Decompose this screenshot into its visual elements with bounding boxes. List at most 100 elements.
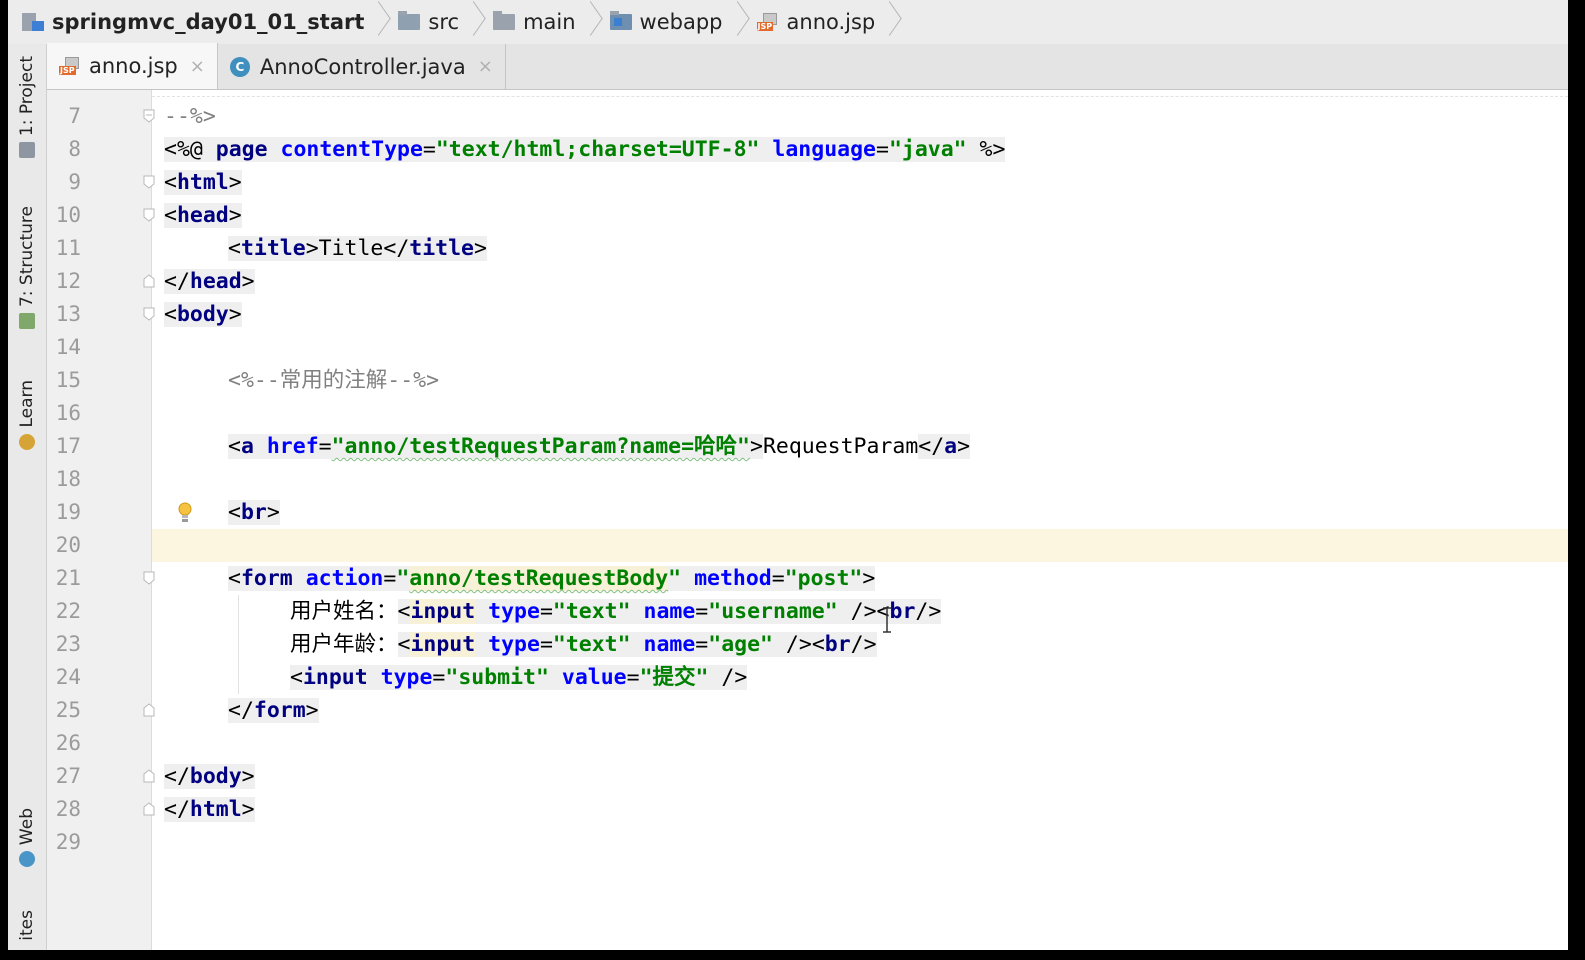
code-line[interactable]: 7 --%> (47, 100, 1568, 133)
fold-start-icon[interactable] (143, 571, 155, 585)
code-line[interactable]: 25 </form> (47, 694, 1568, 727)
line-number: 7 (68, 104, 81, 128)
code-text: <a href="anno/testRequestParam?name=哈哈">… (228, 434, 971, 459)
tool-window-strip: 1: Project 7: Structure Learn Web ites (8, 44, 47, 950)
fold-start-icon[interactable] (143, 307, 155, 321)
fold-end-icon[interactable] (143, 802, 155, 816)
project-icon (19, 142, 35, 159)
code-text: <form action="anno/testRequestBody" meth… (228, 566, 876, 591)
line-number: 29 (55, 830, 81, 854)
tool-window-favorites-button[interactable]: ites (8, 910, 46, 941)
code-text: <input type="submit" value="提交" /> (290, 665, 748, 690)
fold-start-icon[interactable] (143, 208, 155, 222)
line-number: 9 (68, 170, 81, 194)
code-line[interactable]: 23 用户年龄：<input type="text" name="age" />… (47, 628, 1568, 661)
line-number: 19 (55, 500, 81, 524)
code-line[interactable]: 28 </html> (47, 793, 1568, 826)
fold-end-icon[interactable] (143, 703, 155, 717)
fold-end-icon[interactable] (143, 769, 155, 783)
indent-guide (238, 595, 239, 694)
code-line[interactable]: 12 </head> (47, 265, 1568, 298)
line-number: 11 (55, 236, 81, 260)
tool-window-web-button[interactable]: Web (8, 808, 46, 868)
tab-anno-controller[interactable]: C AnnoController.java × (218, 44, 506, 89)
line-number: 22 (55, 599, 81, 623)
code-line[interactable]: 11 <title>Title</title> (47, 232, 1568, 265)
code-line[interactable]: 26 (47, 727, 1568, 760)
folder-icon (493, 11, 516, 30)
line-number: 24 (55, 665, 81, 689)
code-line[interactable]: 29 (47, 826, 1568, 859)
fold-start-icon[interactable] (143, 175, 155, 189)
tool-window-label: ites (17, 910, 37, 941)
breadcrumb-label: springmvc_day01_01_start (52, 10, 365, 34)
breadcrumb-item-main[interactable]: main (483, 0, 599, 44)
breadcrumb-item-file[interactable]: JSP anno.jsp (747, 0, 900, 44)
line-number: 27 (55, 764, 81, 788)
line-number: 20 (55, 533, 81, 557)
code-line[interactable]: 15 <%--常用的注解--%> (47, 364, 1568, 397)
code-line[interactable]: 9 <html> (47, 166, 1568, 199)
code-text: <body> (164, 302, 242, 327)
lightbulb-intention-icon[interactable] (178, 502, 192, 524)
breadcrumb-separator-icon (881, 0, 893, 44)
code-line[interactable]: 14 (47, 331, 1568, 364)
breadcrumb-separator-icon (729, 0, 741, 44)
mouse-text-cursor-icon (882, 607, 892, 633)
breadcrumb-separator-icon (465, 0, 477, 44)
breadcrumb-item-webapp[interactable]: webapp (600, 0, 747, 44)
code-line[interactable]: 10 <head> (47, 199, 1568, 232)
folder-icon (398, 11, 421, 30)
tool-window-label: Web (17, 808, 37, 846)
tool-window-learn-button[interactable]: Learn (8, 380, 46, 450)
code-text: </head> (164, 269, 255, 294)
tool-window-project-button[interactable]: 1: Project (8, 56, 46, 159)
breadcrumb: springmvc_day01_01_start src main webapp… (8, 0, 1568, 45)
breadcrumb-label: anno.jsp (786, 10, 876, 34)
learn-icon (19, 433, 35, 450)
code-line[interactable]: 16 (47, 397, 1568, 430)
line-number: 25 (55, 698, 81, 722)
code-line[interactable]: 17 <a href="anno/testRequestParam?name=哈… (47, 430, 1568, 463)
code-line[interactable]: 20 (47, 529, 1568, 562)
code-text: </html> (164, 797, 255, 822)
breadcrumb-label: src (428, 10, 460, 34)
code-line[interactable]: 21 <form action="anno/testRequestBody" m… (47, 562, 1568, 595)
code-line[interactable]: 13 <body> (47, 298, 1568, 331)
jsp-file-icon: JSP (59, 57, 83, 75)
code-text: 用户年龄：<input type="text" name="age" /><br… (290, 632, 877, 657)
code-line[interactable]: 22 用户姓名：<input type="text" name="usernam… (47, 595, 1568, 628)
code-line[interactable]: 27 </body> (47, 760, 1568, 793)
breadcrumb-label: webapp (639, 10, 723, 34)
code-editor[interactable]: 7 --%> 8 <%@ page contentType="text/html… (47, 90, 1568, 950)
java-class-icon: C (229, 56, 250, 77)
breadcrumb-label: main (523, 10, 576, 34)
close-tab-icon[interactable]: × (478, 56, 493, 77)
line-number: 23 (55, 632, 81, 656)
line-number: 10 (55, 203, 81, 227)
line-number: 14 (55, 335, 81, 359)
structure-icon (19, 313, 35, 330)
web-folder-icon (609, 11, 632, 30)
code-text: --%> (164, 104, 216, 129)
code-text: </body> (164, 764, 255, 789)
code-text: <title>Title</title> (228, 236, 487, 261)
code-text: <br> (228, 500, 280, 525)
close-tab-icon[interactable]: × (190, 56, 205, 77)
tool-window-structure-button[interactable]: 7: Structure (8, 206, 46, 330)
line-number: 28 (55, 797, 81, 821)
fold-end-icon[interactable] (143, 109, 155, 123)
tool-window-label: 7: Structure (17, 206, 37, 308)
code-line[interactable]: 19 <br> (47, 496, 1568, 529)
code-line[interactable]: 18 (47, 463, 1568, 496)
code-text: <%--常用的注解--%> (228, 368, 440, 393)
code-line[interactable]: 8 <%@ page contentType="text/html;charse… (47, 133, 1568, 166)
breadcrumb-item-project[interactable]: springmvc_day01_01_start (8, 0, 388, 44)
tab-anno-jsp[interactable]: JSP anno.jsp × (47, 43, 218, 89)
breadcrumb-item-src[interactable]: src (388, 0, 483, 44)
tool-window-label: 1: Project (17, 56, 37, 137)
fold-end-icon[interactable] (143, 274, 155, 288)
code-line[interactable]: 24 <input type="submit" value="提交" /> (47, 661, 1568, 694)
ide-window: springmvc_day01_01_start src main webapp… (8, 0, 1568, 950)
line-number: 13 (55, 302, 81, 326)
